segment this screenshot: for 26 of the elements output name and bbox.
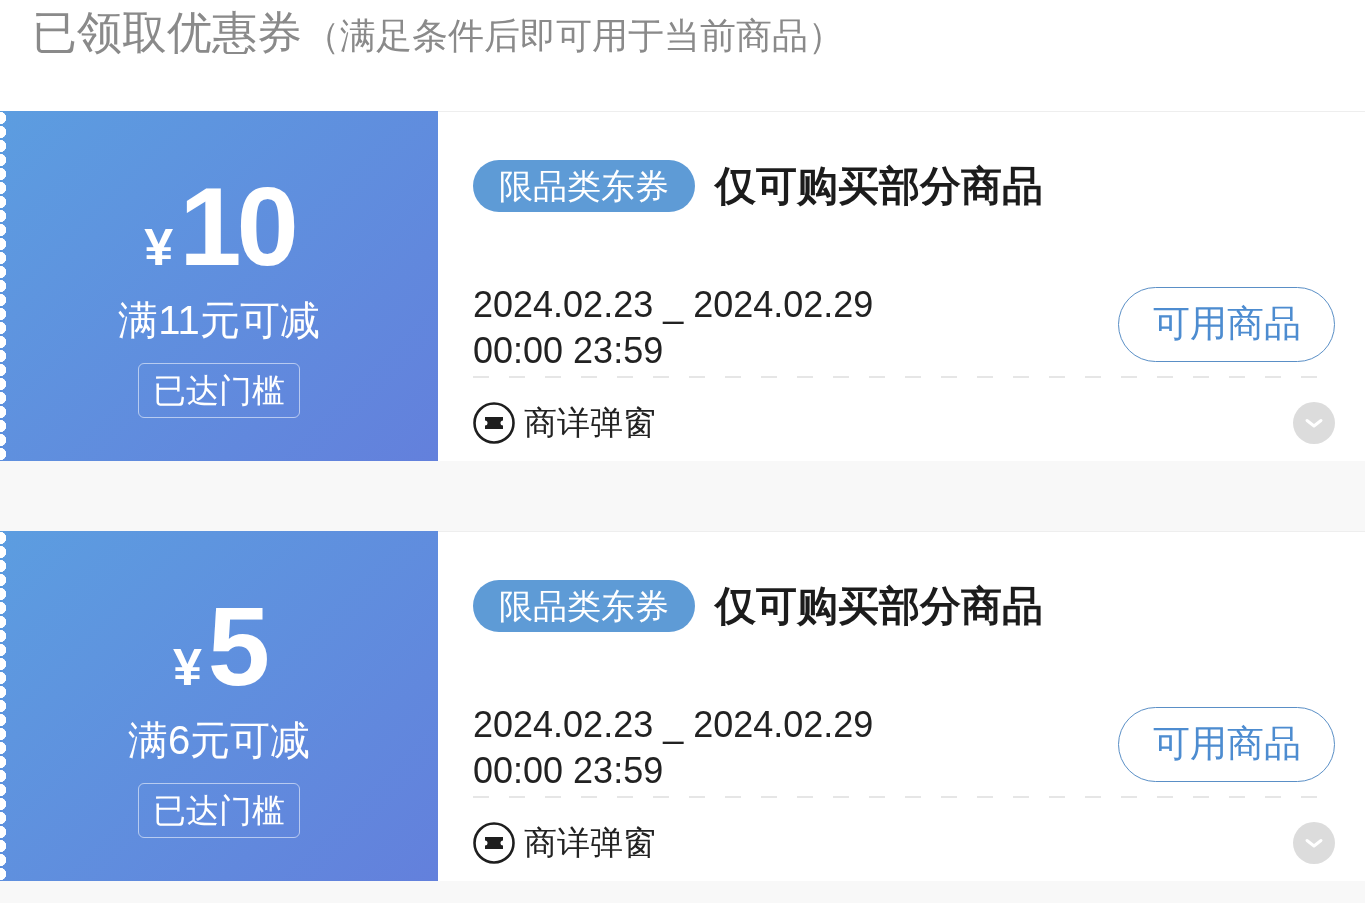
threshold-tag: 已达门槛: [138, 783, 300, 838]
section-subtitle: （满足条件后即可用于当前商品）: [304, 14, 844, 58]
chevron-down-icon[interactable]: [1293, 822, 1335, 864]
category-tag: 限品类东券: [473, 160, 695, 212]
available-products-button[interactable]: 可用商品: [1118, 706, 1335, 782]
currency-symbol: ¥: [144, 221, 174, 273]
min-spend-condition: 满6元可减: [127, 717, 311, 764]
available-products-button[interactable]: 可用商品: [1118, 286, 1335, 362]
discount-amount: 5: [207, 593, 266, 701]
section-title: 已领取优惠券: [32, 6, 302, 60]
validity-times: 00:00 23:59: [473, 749, 664, 793]
coupon-title: 仅可购买部分商品: [715, 585, 1043, 627]
threshold-tag: 已达门槛: [138, 363, 300, 418]
category-tag: 限品类东券: [473, 580, 695, 632]
min-spend-condition: 满11元可减: [118, 297, 320, 344]
coupon-title: 仅可购买部分商品: [715, 165, 1043, 207]
currency-symbol: ¥: [172, 641, 202, 693]
chevron-down-icon[interactable]: [1293, 402, 1335, 444]
validity-times: 00:00 23:59: [473, 329, 664, 373]
ticket-icon: [473, 402, 515, 444]
discount-amount: 10: [179, 173, 294, 281]
validity-dates: 2024.02.23 _ 2024.02.29: [473, 283, 874, 327]
detail-popup-link[interactable]: 商详弹窗: [524, 822, 656, 864]
detail-popup-link[interactable]: 商详弹窗: [524, 402, 656, 444]
ticket-icon: [473, 822, 515, 864]
validity-dates: 2024.02.23 _ 2024.02.29: [473, 703, 874, 747]
